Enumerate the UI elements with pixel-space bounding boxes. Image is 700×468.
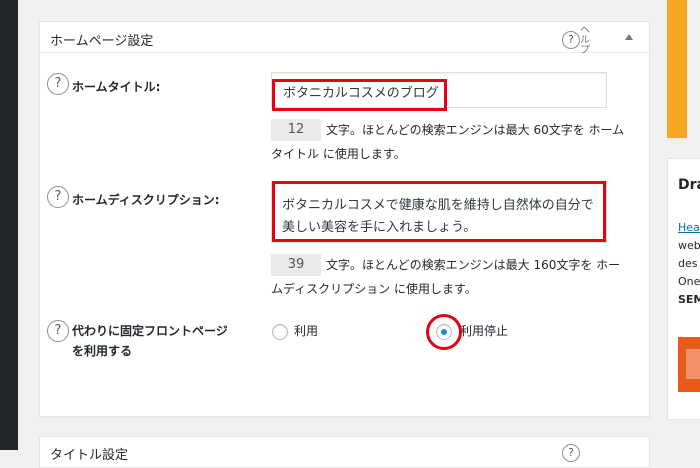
- home-description-note-line2: ムディスクリプション に使用します。: [271, 282, 477, 296]
- panel-title: ホームページ設定: [50, 34, 154, 49]
- static-front-help-icon[interactable]: ?: [47, 320, 69, 342]
- sidebar-banner-image[interactable]: [678, 337, 700, 392]
- sidebar-text-line: web: [678, 239, 700, 252]
- home-title-label: ホームタイトル:: [72, 80, 161, 94]
- banner-logo-shape: [686, 349, 700, 379]
- collapse-arrow-icon[interactable]: [625, 34, 633, 40]
- sidebar-widget-title: Dra: [678, 177, 700, 193]
- static-front-radio-use-label[interactable]: 利用: [294, 322, 318, 340]
- help-label[interactable]: ヘルプ: [580, 26, 592, 56]
- sidebar-text-line: One: [678, 275, 700, 288]
- static-front-radio-use[interactable]: [272, 324, 288, 340]
- title-settings-panel-title: タイトル設定: [50, 448, 129, 463]
- static-front-label-line2: を利用する: [72, 344, 133, 358]
- home-description-highlight: [272, 181, 606, 242]
- selected-option-highlight: [426, 314, 462, 350]
- sidebar-widget: Dra Hea web des One SEM: [667, 158, 700, 420]
- home-title-char-count: 12: [271, 119, 321, 141]
- sidebar-text-line: des: [678, 257, 698, 270]
- sidebar-text-line: SEM: [678, 293, 700, 306]
- admin-menu-bar: [0, 0, 18, 450]
- panel-header[interactable]: ホームページ設定 ? ヘルプ: [40, 22, 649, 56]
- home-title-note-line1: 文字。ほとんどの検索エンジンは最大 60文字を ホーム: [326, 123, 625, 137]
- home-description-label: ホームディスクリプション:: [72, 193, 220, 207]
- static-front-radio-disable-label[interactable]: 利用停止: [460, 322, 508, 340]
- sidebar-orange-block: [667, 0, 687, 138]
- title-settings-help-icon[interactable]: ?: [562, 444, 580, 462]
- static-front-label-line1: 代わりに固定フロントページ: [72, 324, 228, 338]
- home-page-settings-panel: ホームページ設定 ? ヘルプ ? ホームタイトル: ボタニカルコスメのブログ 1…: [39, 21, 650, 417]
- home-title-note-line2: タイトル に使用します。: [271, 147, 406, 161]
- sidebar-link[interactable]: Hea: [678, 220, 700, 236]
- home-description-char-count: 39: [271, 254, 321, 276]
- home-description-help-icon[interactable]: ?: [47, 186, 69, 208]
- help-icon[interactable]: ?: [562, 31, 580, 49]
- title-settings-panel[interactable]: タイトル設定 ?: [39, 436, 650, 468]
- home-title-help-icon[interactable]: ?: [47, 73, 69, 95]
- home-description-note-line1: 文字。ほとんどの検索エンジンは最大 160文字を ホー: [326, 258, 621, 272]
- home-title-highlight: [272, 79, 447, 111]
